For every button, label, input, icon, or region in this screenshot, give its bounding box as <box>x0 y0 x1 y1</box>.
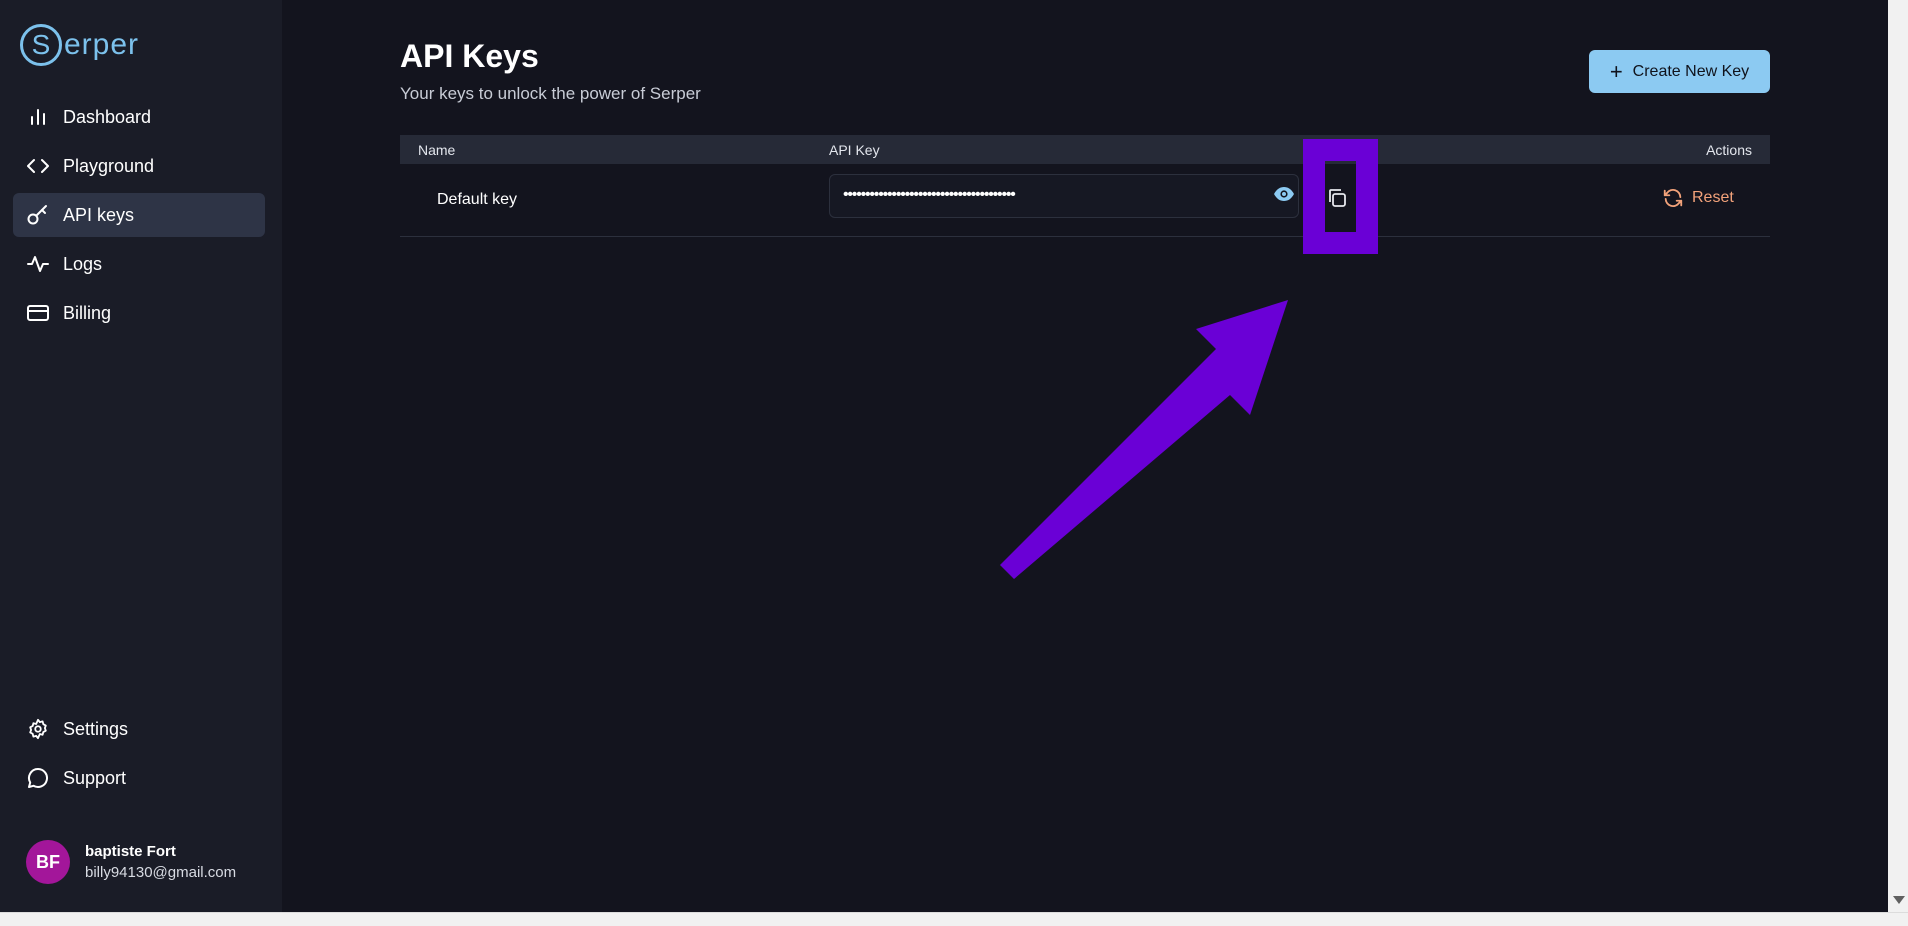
sidebar-item-billing[interactable]: Billing <box>13 291 265 335</box>
activity-icon <box>27 253 49 275</box>
key-name: Default key <box>437 191 518 208</box>
vertical-scrollbar[interactable] <box>1888 0 1908 912</box>
page-title: API Keys <box>400 38 539 74</box>
api-keys-table: Name API Key Actions Default key •••••••… <box>400 135 1770 237</box>
sidebar-item-label: Settings <box>63 718 129 739</box>
create-new-key-button[interactable]: + Create New Key <box>1589 50 1770 93</box>
sidebar-item-support[interactable]: Support <box>13 756 265 800</box>
bottom-bar <box>0 912 1908 926</box>
sidebar-item-label: Support <box>63 767 127 788</box>
code-icon <box>27 155 49 177</box>
plus-icon: + <box>1609 58 1623 84</box>
annotation-highlight-box <box>1303 139 1378 254</box>
credit-card-icon <box>27 302 49 324</box>
reset-key-button[interactable]: Reset <box>1662 187 1734 209</box>
logo-text: erper <box>64 28 140 61</box>
sidebar-item-api-keys[interactable]: API keys <box>13 193 265 237</box>
gear-icon <box>27 718 49 740</box>
show-key-eye-icon[interactable] <box>1273 186 1295 208</box>
sidebar-item-logs[interactable]: Logs <box>13 242 265 286</box>
sidebar-item-label: API keys <box>63 204 135 225</box>
sidebar-item-settings[interactable]: Settings <box>13 707 265 751</box>
sidebar-item-label: Dashboard <box>63 106 152 127</box>
logo-mark: S <box>20 24 62 66</box>
scroll-down-arrow-icon[interactable] <box>1893 896 1905 904</box>
sidebar-item-label: Playground <box>63 155 155 176</box>
table-header: Name API Key Actions <box>400 135 1770 164</box>
user-profile[interactable]: BF baptiste Fort billy94130@gmail.com <box>26 840 236 884</box>
user-email: billy94130@gmail.com <box>85 864 237 881</box>
chat-bubble-icon <box>27 767 49 789</box>
avatar: BF <box>26 840 70 884</box>
sidebar-item-dashboard[interactable]: Dashboard <box>13 95 265 139</box>
sidebar-item-playground[interactable]: Playground <box>13 144 265 188</box>
column-header-api-key: API Key <box>829 142 880 158</box>
sidebar: S erper Dashboard Playground API keys Lo… <box>0 0 282 912</box>
create-new-key-label: Create New Key <box>1632 62 1750 80</box>
sidebar-item-label: Logs <box>63 253 103 274</box>
column-header-name: Name <box>418 142 456 158</box>
refresh-icon <box>1663 189 1683 207</box>
serper-logo[interactable]: S erper <box>20 24 139 66</box>
api-key-field[interactable]: ••••••••••••••••••••••••••••••••••••••• <box>829 174 1299 218</box>
sidebar-nav: Dashboard Playground API keys Logs Billi… <box>13 95 265 340</box>
sidebar-item-label: Billing <box>63 302 112 323</box>
annotation-arrow-icon <box>1000 300 1288 579</box>
key-icon <box>27 204 49 226</box>
page-subtitle: Your keys to unlock the power of Serper <box>400 84 701 103</box>
masked-api-key: ••••••••••••••••••••••••••••••••••••••• <box>843 186 1016 203</box>
reset-label: Reset <box>1692 189 1734 206</box>
user-info: baptiste Fort billy94130@gmail.com <box>85 843 236 881</box>
column-header-actions: Actions <box>1706 142 1752 158</box>
table-row: Default key ••••••••••••••••••••••••••••… <box>400 164 1770 237</box>
user-name: baptiste Fort <box>85 843 176 860</box>
bar-chart-icon <box>27 106 49 128</box>
sidebar-bottom-nav: Settings Support <box>13 707 265 805</box>
